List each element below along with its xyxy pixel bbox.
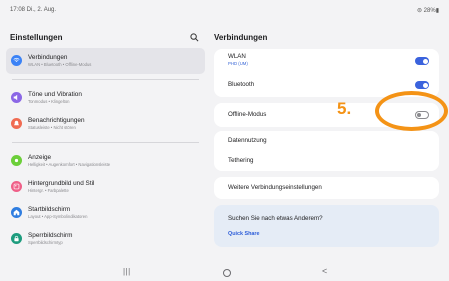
home-icon [11, 207, 22, 218]
more-card: Weitere Verbindungseinstellungen [214, 177, 439, 199]
wlan-network: PHD (UM) [228, 61, 248, 66]
menu-item-subtitle: Hintergr. • Farbpalette [28, 188, 69, 193]
suggestion-card: Suchen Sie nach etwas Anderem? Quick Sha… [214, 205, 439, 247]
more-connection-settings-row[interactable]: Weitere Verbindungseinstellungen [214, 177, 439, 199]
menu-separator [12, 142, 199, 143]
menu-separator [12, 79, 199, 80]
status-bar: 17:08 Di., 2. Aug. ⊜ 28%▮ [0, 0, 449, 20]
wlan-label: WLAN [228, 53, 246, 60]
annotation-highlight-circle [375, 91, 448, 131]
bluetooth-label: Bluetooth [228, 81, 255, 88]
menu-item-label: Benachrichtigungen [28, 117, 85, 124]
menu-item-anzeige[interactable]: Anzeige Helligkeit • Augenkomfort • Navig… [6, 148, 205, 174]
section-title: Verbindungen [214, 33, 268, 42]
settings-menu: Verbindungen WLAN • Bluetooth • Offline-M… [6, 48, 205, 252]
menu-item-subtitle: Layout • App-Symbolindikatoren [28, 214, 88, 219]
quick-share-link[interactable]: Quick Share [228, 231, 259, 237]
menu-item-subtitle: Helligkeit • Augenkomfort • Navigationsl… [28, 162, 111, 167]
status-time: 17:08 Di., 2. Aug. [10, 7, 57, 13]
wlan-row[interactable]: WLAN PHD (UM) [214, 49, 439, 73]
menu-item-subtitle: Sperrbildschirmtyp [28, 240, 63, 245]
page-title: Einstellungen [10, 33, 63, 42]
menu-item-benachrichtigungen[interactable]: Benachrichtigungen Statusleiste • Nicht s… [6, 111, 205, 137]
menu-item-label: Hintergrundbild und Stil [28, 180, 95, 187]
suggestion-question: Suchen Sie nach etwas Anderem? [228, 215, 323, 222]
status-icons: ⊜ 28%▮ [416, 8, 439, 14]
navigation-bar: ||| < [0, 266, 449, 281]
menu-item-label: Töne und Vibration [28, 91, 82, 98]
menu-item-label: Anzeige [28, 154, 52, 161]
recents-button[interactable]: ||| [123, 267, 131, 276]
search-icon[interactable] [190, 33, 199, 42]
tethering-label: Tethering [228, 157, 254, 164]
menu-item-label: Verbindungen [28, 54, 68, 61]
display-icon [11, 155, 22, 166]
tethering-row[interactable]: Tethering [214, 151, 439, 171]
bell-icon [11, 118, 22, 129]
menu-item-töne-und-vibration[interactable]: Töne und Vibration Tonmodus • Klingelton [6, 85, 205, 111]
wireless-card: WLAN PHD (UM) Bluetooth [214, 49, 439, 97]
annotation-step-number: 5. [337, 99, 352, 118]
more-connection-settings-label: Weitere Verbindungseinstellungen [228, 184, 322, 191]
wifi-icon [11, 55, 22, 66]
data-usage-row[interactable]: Datennutzung [214, 131, 439, 151]
bluetooth-toggle[interactable] [415, 81, 429, 89]
data-card: Datennutzung Tethering [214, 131, 439, 171]
menu-item-verbindungen[interactable]: Verbindungen WLAN • Bluetooth • Offline-M… [6, 48, 205, 74]
menu-item-subtitle: WLAN • Bluetooth • Offline-Modus [28, 62, 92, 67]
offline-mode-label: Offline-Modus [228, 111, 267, 118]
menu-item-subtitle: Statusleiste • Nicht stören [28, 125, 76, 130]
menu-item-label: Startbildschirm [28, 206, 71, 213]
wlan-toggle[interactable] [415, 57, 429, 65]
menu-item-startbildschirm[interactable]: Startbildschirm Layout • App-Symbolindika… [6, 200, 205, 226]
menu-item-subtitle: Tonmodus • Klingelton [28, 99, 70, 104]
wallpaper-icon [11, 181, 22, 192]
lock-icon [11, 233, 22, 244]
back-button[interactable]: < [322, 266, 327, 276]
menu-item-sperrbildschirm[interactable]: Sperrbildschirm Sperrbildschirmtyp [6, 226, 205, 252]
home-button[interactable] [223, 269, 231, 277]
menu-item-hintergrundbild-und-stil[interactable]: Hintergrundbild und Stil Hintergr. • Farb… [6, 174, 205, 200]
data-usage-label: Datennutzung [228, 137, 267, 144]
menu-item-label: Sperrbildschirm [28, 232, 73, 239]
volume-icon [11, 92, 22, 103]
